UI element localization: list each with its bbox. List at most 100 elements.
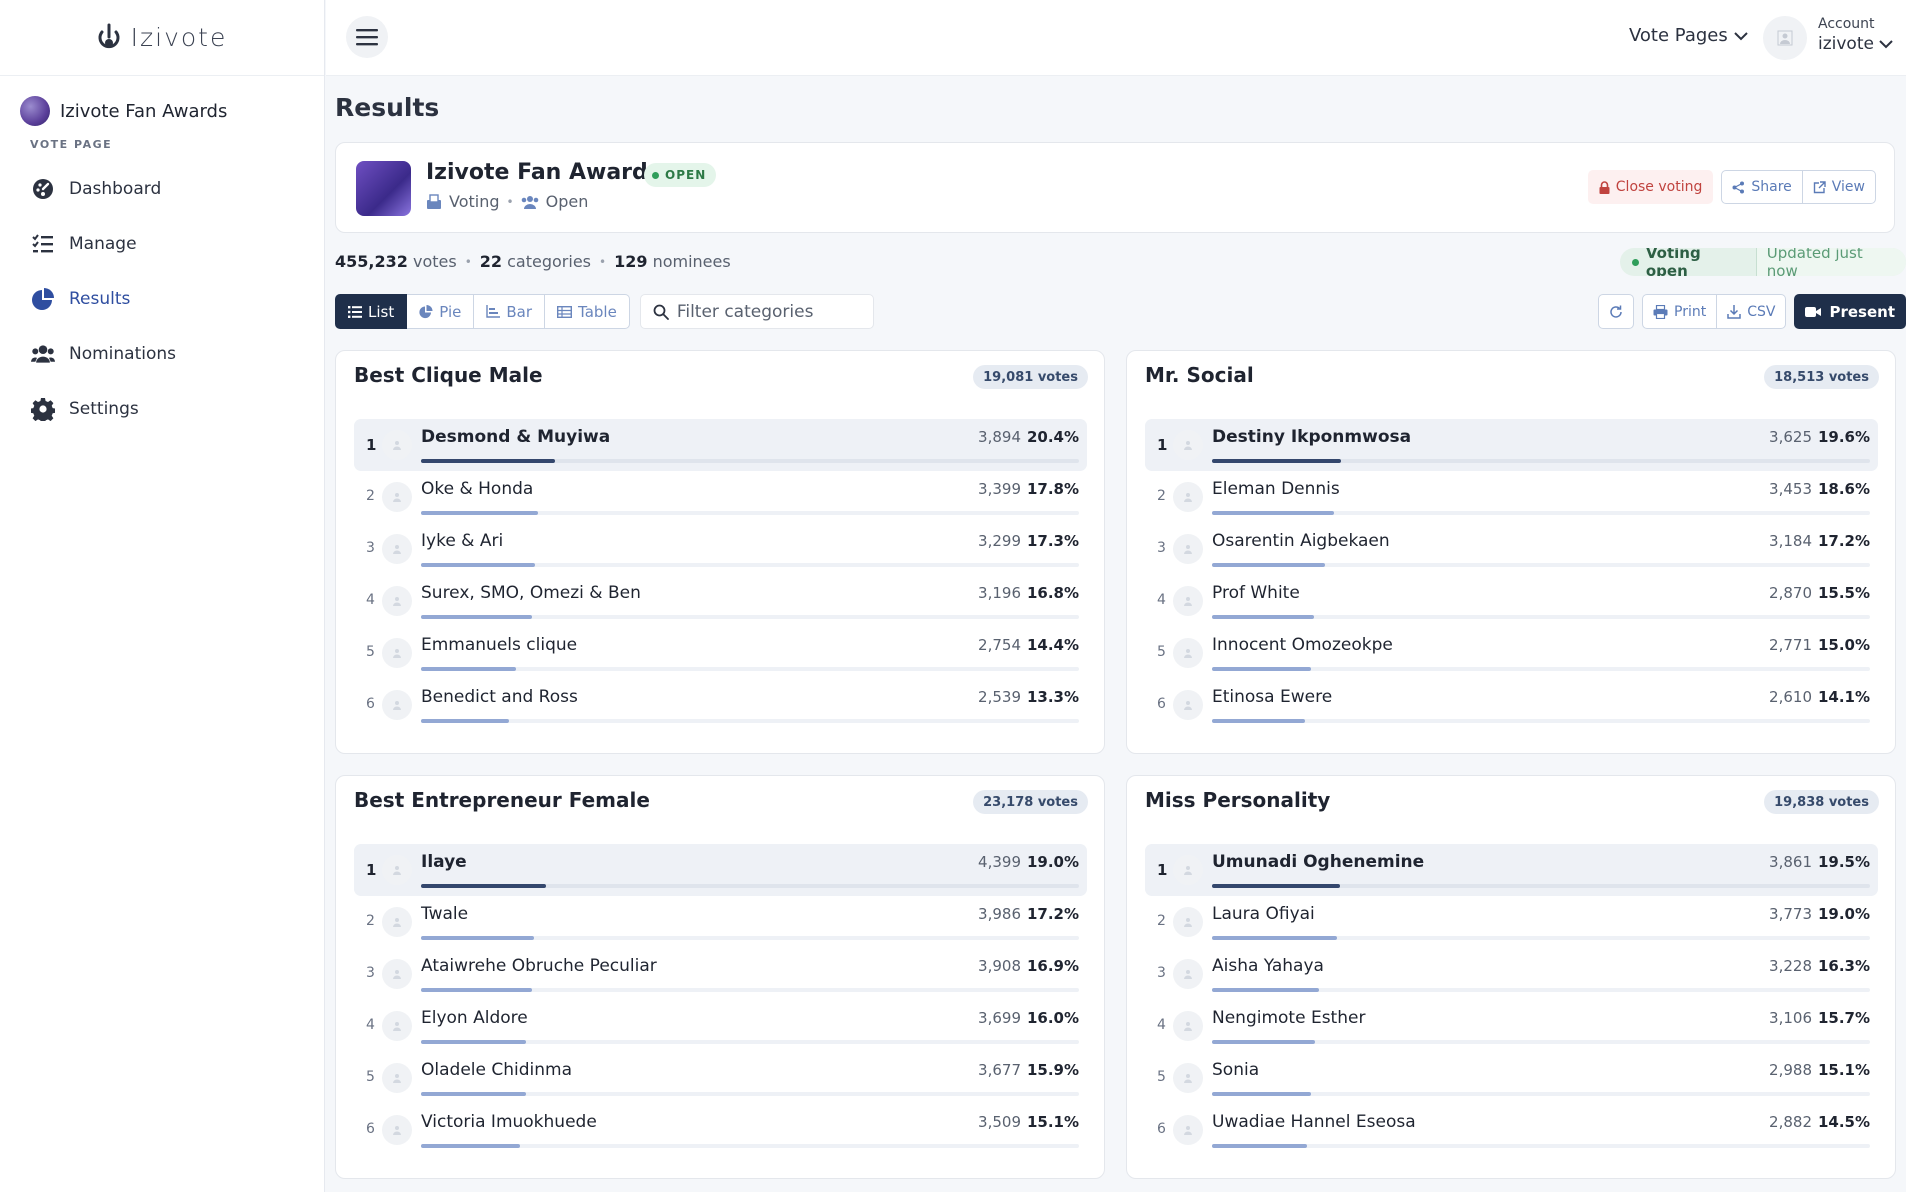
nominee-name: Iyke & Ari [421,531,504,551]
nominee-percent: 20.4% [1026,428,1079,446]
nominee-row[interactable]: 4 Surex, SMO, Omezi & Ben 3,196 16.8% [354,575,1087,627]
nominee-name: Osarentin Aigbekaen [1212,531,1390,551]
vote-share-fill [421,1144,521,1148]
sidebar-item-label: Results [69,288,131,309]
share-button[interactable]: Share [1721,170,1803,204]
event-meta: Voting • Open [426,192,588,211]
vote-share-bar [1212,511,1870,515]
user-icon [1182,916,1194,928]
vote-share-bar [1212,459,1870,463]
sidebar-item-manage[interactable]: Manage [0,216,324,271]
category-votes-badge: 23,178 votes [973,790,1088,814]
nominee-row[interactable]: 4 Nengimote Esther 3,106 15.7% [1145,1000,1878,1052]
nominee-row[interactable]: 5 Oladele Chidinma 3,677 15.9% [354,1052,1087,1104]
nominee-avatar [382,482,412,512]
sidebar-item-results[interactable]: Results [0,271,324,326]
nominee-name: Nengimote Esther [1212,1008,1366,1028]
nominee-row[interactable]: 6 Benedict and Ross 2,539 13.3% [354,679,1087,731]
refresh-button[interactable] [1598,294,1634,329]
category-card: Miss Personality 19,838 votes 1 Umunadi Ogh… [1126,775,1896,1179]
vote-share-bar [1212,884,1870,888]
vote-pages-label: Vote Pages [1629,25,1728,46]
nominee-row[interactable]: 1 Destiny Ikponmwosa 3,625 19.6% [1145,419,1878,471]
nominee-row[interactable]: 6 Uwadiae Hannel Eseosa 2,882 14.5% [1145,1104,1878,1156]
project-switcher[interactable]: Izivote Fan Awards [0,76,324,126]
nominee-row[interactable]: 6 Etinosa Ewere 2,610 14.1% [1145,679,1878,731]
tab-list[interactable]: List [335,294,408,329]
view-button[interactable]: View [1802,170,1876,204]
vote-share-fill [1212,563,1326,567]
account-menu[interactable]: Account izivote [1818,16,1893,54]
sidebar-item-settings[interactable]: Settings [0,381,324,436]
nominee-row[interactable]: 3 Iyke & Ari 3,299 17.3% [354,523,1087,575]
nominee-rank: 4 [366,1017,375,1033]
nominee-votes: 3,894 [978,428,1021,446]
vote-share-bar [1212,1040,1870,1044]
nominee-row[interactable]: 6 Victoria Imuokhuede 3,509 15.1% [354,1104,1087,1156]
nominee-row[interactable]: 5 Sonia 2,988 15.1% [1145,1052,1878,1104]
present-button[interactable]: Present [1794,294,1906,329]
tab-table[interactable]: Table [545,294,630,329]
nominee-name: Destiny Ikponmwosa [1212,427,1412,447]
nominee-list: 1 Destiny Ikponmwosa 3,625 19.6% 2 Eleman Den… [1145,419,1878,731]
nominee-row[interactable]: 5 Innocent Omozeokpe 2,771 15.0% [1145,627,1878,679]
sidebar-item-dashboard[interactable]: Dashboard [0,161,324,216]
user-icon [391,699,403,711]
tab-pie[interactable]: Pie [407,294,475,329]
nominee-votes: 3,453 [1769,480,1812,498]
filter-categories-input[interactable] [676,301,857,322]
sidebar-item-label: Settings [69,398,139,419]
nominee-avatar [1173,1063,1203,1093]
menu-toggle-button[interactable] [346,16,388,58]
nominee-rank: 1 [1157,861,1168,879]
nominee-row[interactable]: 1 Desmond & Muyiwa 3,894 20.4% [354,419,1087,471]
print-button[interactable]: Print [1642,294,1718,329]
nominee-name: Eleman Dennis [1212,479,1340,499]
nominee-votes: 3,196 [978,584,1021,602]
nominee-avatar [382,1011,412,1041]
nominee-votes: 2,754 [978,636,1021,654]
nominee-name: Benedict and Ross [421,687,578,707]
nominee-row[interactable]: 4 Prof White 2,870 15.5% [1145,575,1878,627]
nominee-avatar [1173,638,1203,668]
nominee-row[interactable]: 3 Osarentin Aigbekaen 3,184 17.2% [1145,523,1878,575]
tab-bar[interactable]: Bar [474,294,546,329]
nominee-votes: 3,509 [978,1113,1021,1131]
bar-chart-icon [486,305,501,318]
account-avatar[interactable] [1763,16,1807,60]
app-logo[interactable]: Izivote [0,0,324,76]
nominee-row[interactable]: 2 Laura Ofiyai 3,773 19.0% [1145,896,1878,948]
vote-share-bar [421,459,1079,463]
tab-label: Pie [439,302,462,321]
nominee-row[interactable]: 5 Emmanuels clique 2,754 14.4% [354,627,1087,679]
nominee-name: Etinosa Ewere [1212,687,1333,707]
nominee-name: Umunadi Oghenemine [1212,852,1425,872]
category-title: Best Entrepreneur Female [354,788,650,812]
close-voting-button[interactable]: Close voting [1587,170,1714,204]
nominee-row[interactable]: 2 Oke & Honda 3,399 17.8% [354,471,1087,523]
nominee-percent: 14.5% [1817,1113,1870,1131]
nominee-votes: 3,908 [978,957,1021,975]
csv-button[interactable]: CSV [1717,294,1787,329]
nominee-row[interactable]: 2 Twale 3,986 17.2% [354,896,1087,948]
nominee-row[interactable]: 1 Umunadi Oghenemine 3,861 19.5% [1145,844,1878,896]
nominee-rank: 3 [366,540,375,556]
nominee-rank: 1 [366,861,377,879]
share-view-group: Share View [1721,170,1876,204]
nominee-percent: 13.3% [1026,688,1079,706]
nominee-name: Sonia [1212,1060,1260,1080]
nominee-row[interactable]: 3 Ataiwrehe Obruche Peculiar 3,908 16.9% [354,948,1087,1000]
nominee-row[interactable]: 2 Eleman Dennis 3,453 18.6% [1145,471,1878,523]
nominee-row[interactable]: 1 Ilaye 4,399 19.0% [354,844,1087,896]
nominee-percent: 19.0% [1026,853,1079,871]
nominee-avatar [1173,1011,1203,1041]
users-icon [31,342,55,366]
nominee-percent: 16.3% [1817,957,1870,975]
category-votes-badge: 19,081 votes [973,365,1088,389]
vote-pages-dropdown[interactable]: Vote Pages [1629,25,1748,46]
nominee-row[interactable]: 3 Aisha Yahaya 3,228 16.3% [1145,948,1878,1000]
print-label: Print [1674,303,1707,320]
nominee-row[interactable]: 4 Elyon Aldore 3,699 16.0% [354,1000,1087,1052]
sidebar-item-nominations[interactable]: Nominations [0,326,324,381]
nominee-avatar [1173,430,1203,460]
